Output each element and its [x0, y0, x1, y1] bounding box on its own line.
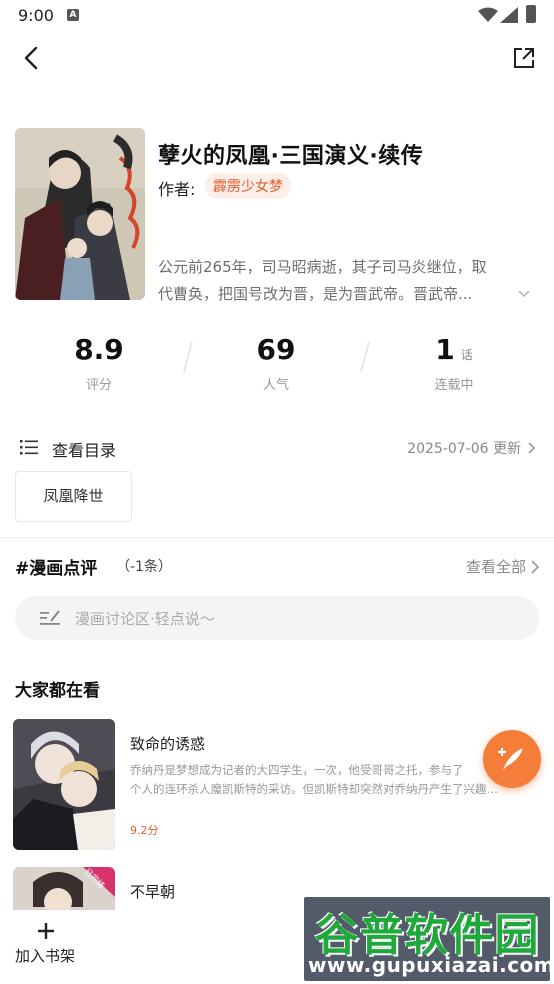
- comment-input[interactable]: 漫画讨论区·轻点说～: [15, 596, 539, 640]
- list-icon: [20, 440, 38, 455]
- comments-count: （-1条）: [116, 559, 172, 575]
- stat-popularity: 69 人气: [196, 330, 356, 393]
- stats-row: 8.9 评分 69 人气 1话 连载中: [0, 330, 554, 400]
- stat-label: 人气: [262, 378, 289, 393]
- comic-name: 不早朝: [130, 883, 176, 901]
- stat-value: 1话: [435, 333, 473, 366]
- stat-rating: 8.9 评分: [19, 330, 179, 393]
- wifi-icon: [478, 7, 498, 22]
- notification-icon: A: [67, 9, 79, 21]
- author-label: 作者:: [158, 180, 196, 199]
- comments-heading: #漫画点评: [15, 559, 98, 579]
- toc-label: 查看目录: [52, 441, 117, 460]
- stat-label: 评分: [85, 378, 112, 393]
- update-date: 2025-07-06 更新: [407, 441, 521, 457]
- write-comment-button[interactable]: [483, 730, 541, 788]
- view-all-link[interactable]: 查看全部: [466, 556, 526, 577]
- comic-name: 致命的诱惑: [130, 735, 206, 753]
- stat-divider: [182, 342, 194, 372]
- popular-heading: 大家都在看: [15, 681, 100, 701]
- section-divider: [0, 537, 554, 538]
- chevron-right-icon: [528, 442, 536, 454]
- watermark-url: www.gupuxiazai.com: [308, 953, 554, 977]
- chevron-down-icon[interactable]: [516, 286, 532, 302]
- description-line: 公元前265年，司马昭病逝，其子司马炎继位，取: [158, 258, 487, 276]
- summary-line: 乔纳丹是梦想成为记者的大四学生，一次，他受哥哥之托，参与了: [130, 763, 464, 777]
- watermark-logo: 谷普软件园 www.gupuxiazai.com: [304, 897, 554, 981]
- comic-score: 9.2分: [130, 824, 159, 837]
- stat-value: 69: [256, 333, 296, 366]
- comic-title: 孽火的凤凰·三国演义·续传: [158, 144, 424, 169]
- stat-value: 8.9: [74, 333, 124, 366]
- author-tag[interactable]: 霹雳少女梦: [205, 173, 291, 199]
- status-time: 9:00: [18, 6, 54, 25]
- share-icon[interactable]: [510, 44, 538, 72]
- stat-label: 连载中: [434, 378, 474, 393]
- chevron-right-icon[interactable]: [530, 559, 540, 575]
- stat-divider: [359, 342, 371, 372]
- chevron-left-icon[interactable]: [18, 44, 46, 72]
- stat-chapters: 1话 连载中: [374, 330, 534, 393]
- battery-icon: [526, 5, 536, 23]
- summary-line: 个人的连环杀人魔凯斯特的采访。但凯斯特却突然对乔纳丹产生了兴趣…: [130, 782, 498, 796]
- feather-icon: [498, 748, 523, 770]
- stat-unit: 话: [460, 348, 473, 362]
- edit-icon: [40, 610, 60, 625]
- comic-cover: [15, 128, 145, 300]
- plus-icon[interactable]: [37, 922, 55, 940]
- signal-icon: [500, 7, 518, 23]
- comment-placeholder: 漫画讨论区·轻点说～: [75, 610, 215, 628]
- status-bar: 9:00 A: [0, 0, 554, 32]
- description-line: 代曹奂，把国号改为晋，是为晋武帝。晋武帝...: [158, 285, 473, 303]
- add-to-shelf-button[interactable]: 加入书架: [15, 945, 75, 966]
- comic-description[interactable]: 公元前265年，司马昭病逝，其子司马炎继位，取 代曹奂，把国号改为晋，是为晋武帝…: [158, 254, 538, 308]
- comic-summary: 乔纳丹是梦想成为记者的大四学生，一次，他受哥哥之托，参与了 个人的连环杀人魔凯斯…: [130, 761, 510, 799]
- toc-row[interactable]: 查看目录 2025-07-06 更新: [15, 432, 539, 464]
- chapter-button[interactable]: 凤凰降世: [15, 471, 132, 522]
- comic-thumbnail: [13, 719, 115, 850]
